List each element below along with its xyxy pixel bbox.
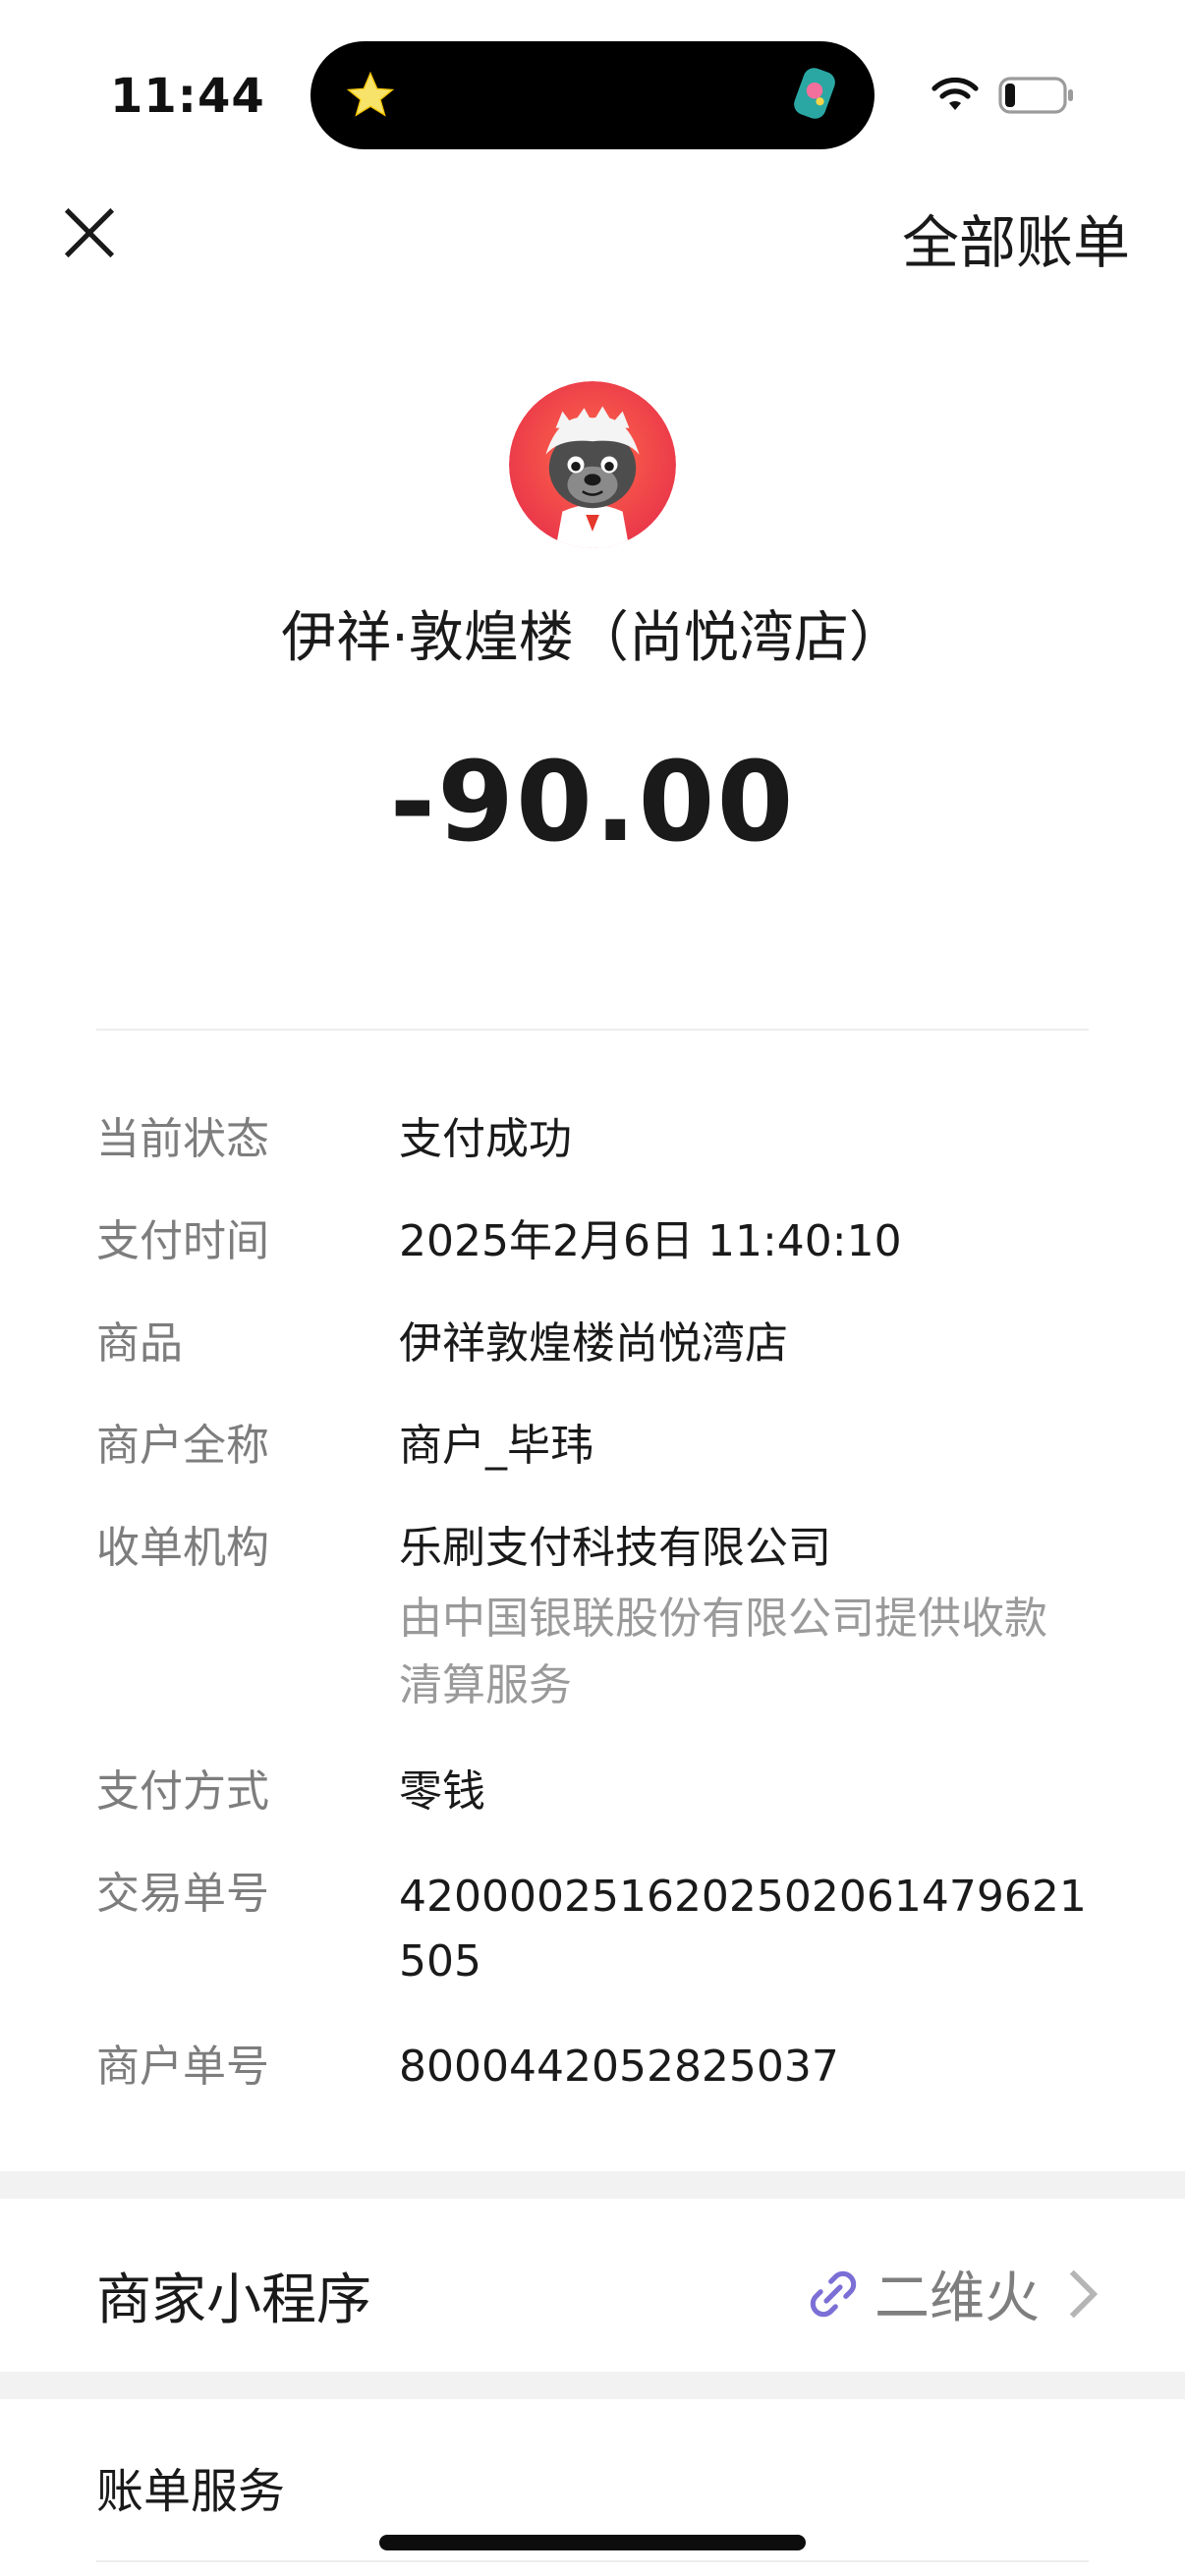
close-icon[interactable]	[59, 202, 120, 263]
battery-icon	[998, 77, 1073, 114]
detail-row-merchant-name: 商户全称 商户_毕玮	[96, 1417, 1089, 1476]
detail-value: 2025年2月6日 11:40:10	[399, 1216, 902, 1266]
detail-label: 交易单号	[96, 1869, 269, 1919]
detail-row-pay-time: 支付时间 2025年2月6日 11:40:10	[96, 1212, 1089, 1271]
status-time: 11:44	[110, 69, 265, 124]
detail-label: 当前状态	[96, 1114, 269, 1164]
acquirer-note: 由中国银联股份有限公司提供收款清算服务	[399, 1594, 1047, 1710]
detail-label: 商户单号	[96, 2042, 269, 2092]
detail-value: 零钱	[399, 1766, 485, 1817]
detail-value-group: 乐刷支付科技有限公司 由中国银联股份有限公司提供收款清算服务	[399, 1519, 1089, 1719]
all-bills-link[interactable]: 全部账单	[902, 196, 1130, 279]
mini-program-link[interactable]: 二维火	[806, 2254, 1100, 2333]
detail-value: 商户_毕玮	[399, 1421, 593, 1471]
mini-program-name: 二维火	[875, 2267, 1040, 2330]
detail-value: 乐刷支付科技有限公司	[399, 1523, 831, 1573]
divider	[96, 2560, 1089, 2562]
section-separator	[0, 2372, 1185, 2399]
merchant-name: 伊祥·敦煌楼（尚悦湾店）	[281, 606, 904, 670]
detail-label: 支付方式	[96, 1766, 269, 1817]
transaction-details: 当前状态 支付成功 支付时间 2025年2月6日 11:40:10 商品 伊祥敦…	[96, 1110, 1089, 2140]
detail-row-status: 当前状态 支付成功	[96, 1110, 1089, 1169]
detail-row-acquirer: 收单机构 乐刷支付科技有限公司 由中国银联股份有限公司提供收款清算服务	[96, 1519, 1089, 1719]
chevron-right-icon	[1069, 2269, 1099, 2318]
detail-value[interactable]: 8000442052825037	[399, 2038, 1089, 2097]
detail-label: 收单机构	[96, 1523, 269, 1573]
star-icon	[346, 71, 395, 117]
detail-label: 商品	[96, 1318, 183, 1369]
divider	[96, 1029, 1089, 1031]
home-indicator[interactable]	[379, 2535, 806, 2550]
detail-row-transaction-id: 交易单号 4200002516202502061479621505	[96, 1865, 1089, 1994]
merchant-mini-program-row[interactable]: 商家小程序 二维火	[0, 2199, 1185, 2372]
detail-value: 伊祥敦煌楼尚悦湾店	[399, 1318, 788, 1369]
merchant-avatar	[509, 381, 676, 548]
bill-detail-page: 11:44 全部账单 伊祥·敦煌楼（尚悦湾店） -90.00 当前状态 支付成功…	[0, 0, 1185, 2576]
detail-row-merchant-order-id: 商户单号 8000442052825037	[96, 2038, 1089, 2097]
bill-service-section-title[interactable]: 账单服务	[96, 2452, 285, 2521]
dynamic-island	[310, 41, 875, 149]
wifi-icon	[931, 77, 979, 110]
app-activity-icon	[794, 68, 835, 119]
detail-row-pay-method: 支付方式 零钱	[96, 1763, 1089, 1821]
detail-value: 支付成功	[399, 1114, 572, 1164]
detail-label: 商户全称	[96, 1421, 269, 1471]
section-separator	[0, 2171, 1185, 2199]
detail-value[interactable]: 4200002516202502061479621505	[399, 1865, 1089, 1994]
mini-program-label: 商家小程序	[96, 2268, 371, 2332]
detail-label: 支付时间	[96, 1216, 269, 1266]
detail-row-product: 商品 伊祥敦煌楼尚悦湾店	[96, 1315, 1089, 1373]
transaction-amount: -90.00	[389, 739, 796, 867]
link-icon	[810, 2270, 857, 2317]
